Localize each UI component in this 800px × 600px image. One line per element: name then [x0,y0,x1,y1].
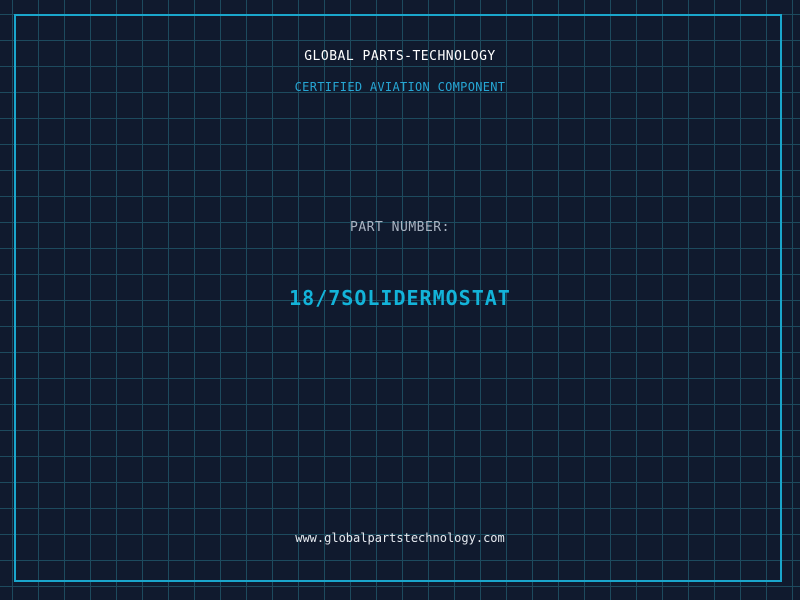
certification-subtitle: CERTIFIED AVIATION COMPONENT [294,80,506,94]
part-number-label: PART NUMBER: [350,220,450,235]
part-number-value: 18/7SOLIDERMOSTAT [289,286,511,310]
company-name: GLOBAL PARTS-TECHNOLOGY [304,49,496,64]
website-url: www.globalpartstechnology.com [295,531,505,545]
